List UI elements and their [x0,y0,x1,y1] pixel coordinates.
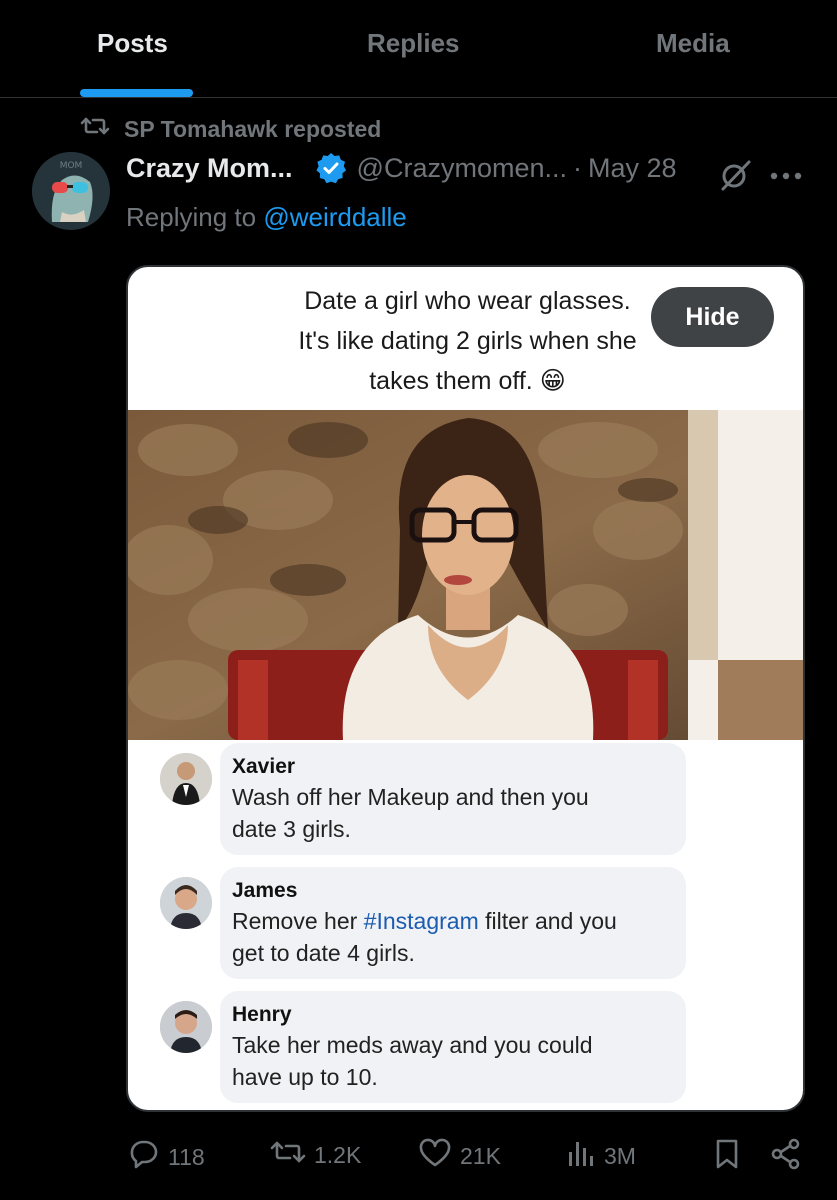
like-count: 21K [460,1142,501,1169]
comment-text: Take her meds away and you could have up … [232,1032,593,1090]
repost-button[interactable]: 1.2K [270,1138,361,1172]
post-header: Crazy Mom... @Crazymomen... · May 28 [126,152,677,184]
repost-icon [270,1138,314,1172]
commenter-name: Xavier [232,755,296,778]
tab-media[interactable]: Media [656,28,730,59]
views-button[interactable]: 3M [566,1138,636,1174]
grok-icon[interactable] [717,157,753,198]
more-options-icon[interactable] [770,168,802,186]
comment-text: Wash off her Makeup and then you date 3 g… [232,784,589,842]
svg-text:MOM: MOM [60,161,83,171]
post-action-bar: 118 1.2K 21K 3M [0,1134,837,1178]
repost-context[interactable]: SP Tomahawk reposted [80,114,381,144]
commenter-name: Henry [232,1003,292,1026]
woman-with-glasses-photo [128,410,803,740]
author-avatar[interactable]: MOM [32,152,110,230]
commenter-avatar [160,1001,212,1053]
bookmark-icon [713,1138,749,1176]
repost-text: SP Tomahawk reposted [124,115,382,142]
repost-count: 1.2K [314,1141,362,1168]
author-name[interactable]: Crazy Mom... [126,153,293,184]
comment-bubble: Xavier Wash off her Makeup and then you d… [220,743,686,855]
share-button[interactable] [770,1138,810,1176]
commenter-name: James [232,879,298,902]
repost-icon [80,114,124,144]
commenter-avatar [160,877,212,929]
post-date[interactable]: May 28 [588,153,677,184]
separator-dot: · [573,152,582,183]
analytics-icon [566,1138,604,1174]
tab-posts[interactable]: Posts [97,28,168,59]
hide-media-button[interactable]: Hide [651,287,774,347]
comment-bubble: Henry Take her meds away and you could ha… [220,991,686,1103]
commenter-avatar [160,753,212,805]
reply-button[interactable]: 118 [126,1138,205,1176]
replying-prefix: Replying to [126,202,264,232]
bookmark-button[interactable] [713,1138,749,1176]
active-tab-indicator [80,89,193,97]
replying-to-mention[interactable]: @weirddalle [263,202,406,232]
replying-to: Replying to @weirddalle [126,202,407,233]
reply-icon [126,1138,168,1176]
view-count: 3M [604,1142,636,1169]
comment-bubble: James Remove her #Instagram filter and y… [220,867,686,979]
post-media-image[interactable]: Date a girl who wear glasses. It's like … [126,265,805,1112]
heart-icon [418,1138,460,1174]
tab-replies[interactable]: Replies [367,28,460,59]
hashtag-link: #Instagram [363,908,479,934]
caption-line: takes them off. 😁 [369,367,566,395]
comment-text: Remove her #Instagram filter and you get … [232,908,617,966]
like-button[interactable]: 21K [418,1138,501,1174]
share-icon [770,1138,810,1176]
reply-count: 118 [168,1143,205,1170]
verified-badge-icon [315,152,347,184]
profile-tabs: Posts Replies Media [0,0,837,98]
author-handle[interactable]: @Crazymomen... [357,153,567,184]
